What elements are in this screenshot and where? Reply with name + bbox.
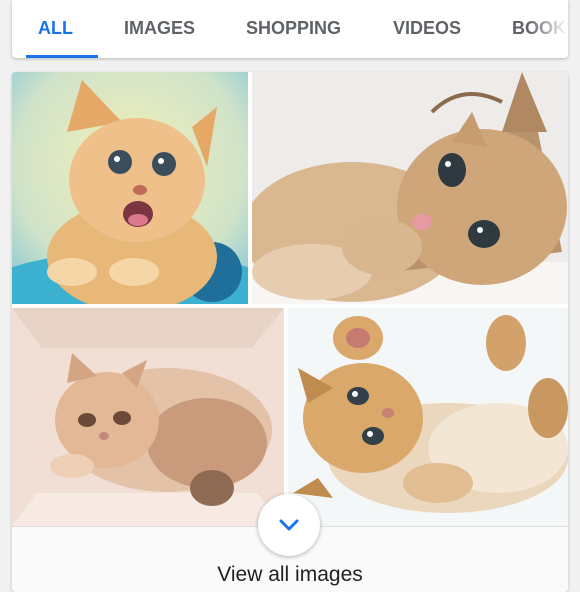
active-tab-indicator <box>26 55 98 58</box>
image-result-tabby-kitten-lying[interactable] <box>252 72 568 304</box>
tab-videos[interactable]: VIDEOS <box>393 0 461 58</box>
view-all-images-link[interactable]: View all images <box>12 563 568 587</box>
image-result-kitten-in-box[interactable] <box>12 308 284 526</box>
tab-shopping[interactable]: SHOPPING <box>246 0 341 58</box>
tab-all[interactable]: ALL <box>38 0 73 58</box>
image-result-kitten-on-back[interactable] <box>288 308 568 526</box>
expand-button[interactable] <box>258 494 320 556</box>
tab-images[interactable]: IMAGES <box>124 0 195 58</box>
image-results-card: View all images <box>12 72 568 592</box>
search-tabs: ALL IMAGES SHOPPING VIDEOS BOOK <box>12 0 568 58</box>
image-result-orange-kitten[interactable] <box>12 72 248 304</box>
tabs-fade <box>528 0 568 58</box>
